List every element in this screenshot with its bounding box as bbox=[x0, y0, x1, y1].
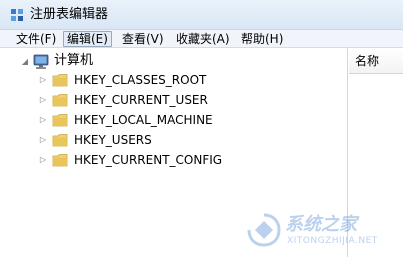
folder-icon bbox=[52, 74, 68, 87]
title-bar[interactable]: 注册表编辑器 bbox=[0, 0, 403, 30]
expand-arrow-icon[interactable]: ▷ bbox=[38, 95, 48, 105]
registry-editor-window: 注册表编辑器 文件(F) 编辑(E) 查看(V) 收藏夹(A) 帮助(H) ◢ … bbox=[0, 0, 403, 257]
watermark-logo-icon bbox=[247, 213, 281, 247]
tree-node-hkey-users[interactable]: ▷ HKEY_USERS bbox=[0, 130, 340, 150]
column-header-name[interactable]: 名称 bbox=[349, 48, 403, 74]
expand-arrow-icon[interactable]: ▷ bbox=[38, 155, 48, 165]
folder-icon bbox=[52, 134, 68, 147]
tree-node-computer[interactable]: ◢ 计算机 bbox=[0, 52, 340, 72]
tree-label-hkey-current-config: HKEY_CURRENT_CONFIG bbox=[74, 153, 223, 167]
watermark: 系统之家 XITONGZHIJIA.NET bbox=[237, 209, 397, 249]
expand-arrow-icon[interactable]: ▷ bbox=[38, 75, 48, 85]
column-header-label: 名称 bbox=[355, 54, 380, 68]
tree-label-hkey-users: HKEY_USERS bbox=[74, 133, 152, 147]
menu-file[interactable]: 文件(F) bbox=[13, 31, 59, 47]
folder-icon bbox=[52, 154, 68, 167]
tree-label-hkey-current-user: HKEY_CURRENT_USER bbox=[74, 93, 208, 107]
expand-arrow-icon[interactable]: ▷ bbox=[38, 115, 48, 125]
menu-bar: 文件(F) 编辑(E) 查看(V) 收藏夹(A) 帮助(H) bbox=[0, 30, 403, 48]
tree-node-hkey-current-config[interactable]: ▷ HKEY_CURRENT_CONFIG bbox=[0, 150, 340, 170]
menu-edit[interactable]: 编辑(E) bbox=[63, 31, 112, 47]
folder-icon bbox=[52, 114, 68, 127]
menu-view[interactable]: 查看(V) bbox=[119, 31, 167, 47]
collapse-arrow-icon[interactable]: ◢ bbox=[20, 57, 30, 67]
registry-editor-icon bbox=[11, 9, 23, 21]
tree-node-hkey-classes-root[interactable]: ▷ HKEY_CLASSES_ROOT bbox=[0, 70, 340, 90]
tree-label-hkey-classes-root: HKEY_CLASSES_ROOT bbox=[74, 73, 207, 87]
folder-icon bbox=[52, 94, 68, 107]
tree-label-computer: 计算机 bbox=[54, 53, 94, 68]
tree-node-hkey-current-user[interactable]: ▷ HKEY_CURRENT_USER bbox=[0, 90, 340, 110]
watermark-url: XITONGZHIJIA.NET bbox=[287, 236, 378, 246]
menu-favorites[interactable]: 收藏夹(A) bbox=[173, 31, 233, 47]
menu-help[interactable]: 帮助(H) bbox=[238, 31, 286, 47]
tree-label-hkey-local-machine: HKEY_LOCAL_MACHINE bbox=[74, 113, 213, 127]
watermark-text: 系统之家 bbox=[285, 214, 357, 235]
tree-node-hkey-local-machine[interactable]: ▷ HKEY_LOCAL_MACHINE bbox=[0, 110, 340, 130]
computer-icon bbox=[33, 54, 49, 69]
expand-arrow-icon[interactable]: ▷ bbox=[38, 135, 48, 145]
window-title: 注册表编辑器 bbox=[30, 7, 109, 22]
